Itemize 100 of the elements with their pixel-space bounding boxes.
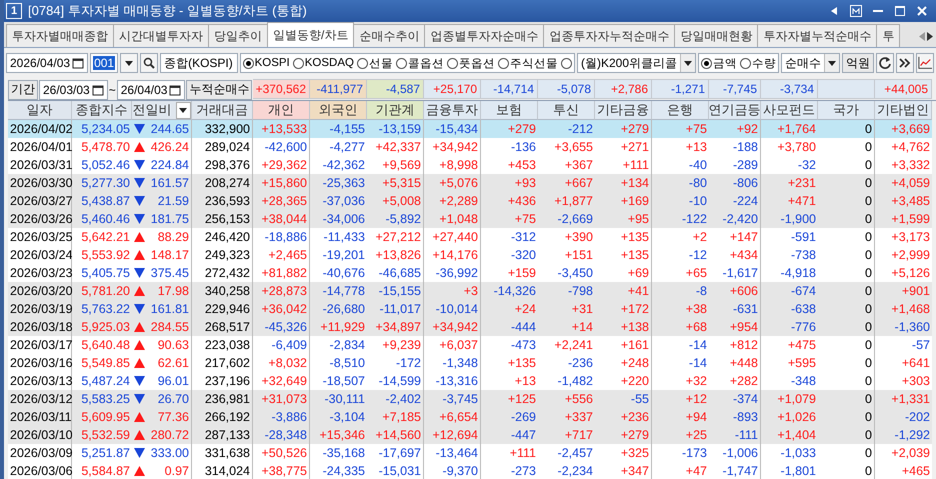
value-cell: +556: [538, 390, 595, 408]
next-button[interactable]: [896, 53, 914, 73]
index-cell: 5,234.05: [72, 120, 132, 138]
value-cell: +231: [761, 174, 818, 192]
dropdown-button[interactable]: [120, 53, 138, 73]
amount-cell: 287,133: [192, 426, 253, 444]
value-cell: 0: [818, 210, 875, 228]
calendar-icon: [92, 84, 104, 96]
unit-label: 억원: [842, 53, 874, 73]
value-cell: +15,346: [310, 426, 367, 444]
date-field[interactable]: 2026/04/03: [6, 53, 88, 73]
value-cell: 0: [818, 318, 875, 336]
change-cell: 161.57: [150, 176, 189, 190]
cumulative-value: -5,078: [538, 79, 595, 99]
value-cell: +2: [652, 228, 709, 246]
memo-button[interactable]: [848, 3, 864, 19]
value-cell: +75: [652, 120, 709, 138]
value-cell: +5,076: [424, 174, 481, 192]
value-cell: +3,780: [761, 138, 818, 156]
value-cell: +31,073: [253, 390, 310, 408]
tab[interactable]: 투자자별누적순매수: [757, 24, 878, 47]
tab[interactable]: 당일매매현황: [674, 24, 758, 47]
value-cell: +2,289: [424, 192, 481, 210]
tab[interactable]: 당일추이: [208, 24, 268, 47]
search-button[interactable]: [140, 53, 158, 73]
index-cell: 5,052.46: [72, 156, 132, 174]
value-cell: -236: [538, 354, 595, 372]
value-cell: +4,059: [875, 174, 932, 192]
cumulative-value: +25,170: [424, 79, 481, 99]
sort-button[interactable]: [176, 102, 190, 118]
value-cell: -14,599: [367, 372, 424, 390]
unit-radio[interactable]: 금액: [701, 56, 737, 70]
chart-button[interactable]: [916, 53, 934, 73]
value-cell: 0: [818, 408, 875, 426]
header-label: 전일비: [132, 101, 172, 119]
tab[interactable]: 업종투자자누적순매수: [543, 24, 676, 47]
value-cell: -42,362: [310, 156, 367, 174]
tab[interactable]: 업종별투자자순매수: [424, 24, 544, 47]
change-cell: 17.98: [158, 284, 189, 298]
value-cell: +5,315: [367, 174, 424, 192]
tab[interactable]: 투: [876, 24, 900, 47]
tab[interactable]: 일별동향/차트: [267, 22, 354, 47]
weekly-radio[interactable]: [560, 58, 572, 68]
market-radio[interactable]: 선물: [356, 56, 393, 70]
value-cell: +337: [538, 408, 595, 426]
value-cell: +595: [761, 354, 818, 372]
value-cell: +812: [709, 336, 761, 354]
value-cell: -30,111: [310, 390, 367, 408]
date-cell: 2026/03/13: [8, 372, 72, 390]
index-cell: 5,460.46: [72, 210, 132, 228]
value-cell: +667: [538, 174, 595, 192]
market-radio[interactable]: 주식선물: [498, 56, 558, 70]
value-cell: +93: [481, 174, 538, 192]
mode-select[interactable]: 순매수: [781, 53, 840, 73]
index-cell: 5,438.87: [72, 192, 132, 210]
value-cell: -80: [652, 174, 709, 192]
value-cell: +42,337: [367, 138, 424, 156]
market-radio[interactable]: 풋옵션: [446, 56, 495, 70]
value-cell: -8,510: [310, 354, 367, 372]
from-date-field[interactable]: 26/03/03: [39, 80, 108, 100]
refresh-button[interactable]: [876, 53, 894, 73]
window-badge: 1: [6, 3, 22, 19]
value-cell: -1,348: [424, 354, 481, 372]
value-cell: -444: [481, 318, 538, 336]
value-cell: -3,745: [424, 390, 481, 408]
value-cell: -212: [538, 120, 595, 138]
index-cell: 5,642.21: [72, 228, 132, 246]
value-cell: -15,031: [367, 462, 424, 479]
tab[interactable]: 투자자별매매종합: [6, 24, 114, 47]
value-cell: -122: [652, 210, 709, 228]
value-cell: +29,362: [253, 156, 310, 174]
value-cell: -15,155: [367, 282, 424, 300]
amount-cell: 331,638: [192, 444, 253, 462]
date-cell: 2026/03/24: [8, 246, 72, 264]
market-radio[interactable]: KOSPI: [242, 57, 290, 69]
value-cell: +901: [875, 282, 932, 300]
code-field[interactable]: 001: [90, 53, 118, 73]
date-cell: 2026/03/27: [8, 192, 72, 210]
value-cell: -1,801: [761, 462, 818, 479]
amount-cell: 223,038: [192, 336, 253, 354]
caret-icon: [179, 108, 187, 112]
tab-right-icon[interactable]: [926, 32, 934, 40]
caret-icon: [684, 60, 692, 66]
value-cell: +236: [595, 408, 652, 426]
index-name-field[interactable]: 종합(KOSPI): [160, 53, 238, 73]
unit-radio[interactable]: 수량: [740, 56, 776, 70]
cumulative-value: -7,745: [709, 79, 761, 99]
to-date-field[interactable]: 26/04/03: [116, 80, 186, 100]
tab[interactable]: 시간대별투자자: [113, 24, 209, 47]
market-radio[interactable]: KOSDAQ: [292, 57, 354, 69]
value-cell: +32: [652, 372, 709, 390]
value-cell: -28,348: [253, 426, 310, 444]
amount-cell: 246,420: [192, 228, 253, 246]
market-radio[interactable]: 콜옵션: [396, 56, 444, 70]
tab[interactable]: 순매수추이: [353, 24, 426, 47]
value-cell: 0: [818, 444, 875, 462]
option-select[interactable]: (월)K200위클리콜: [576, 53, 696, 73]
value-cell: -638: [761, 300, 818, 318]
value-cell: 0: [818, 354, 875, 372]
amount-cell: 314,024: [192, 462, 253, 479]
